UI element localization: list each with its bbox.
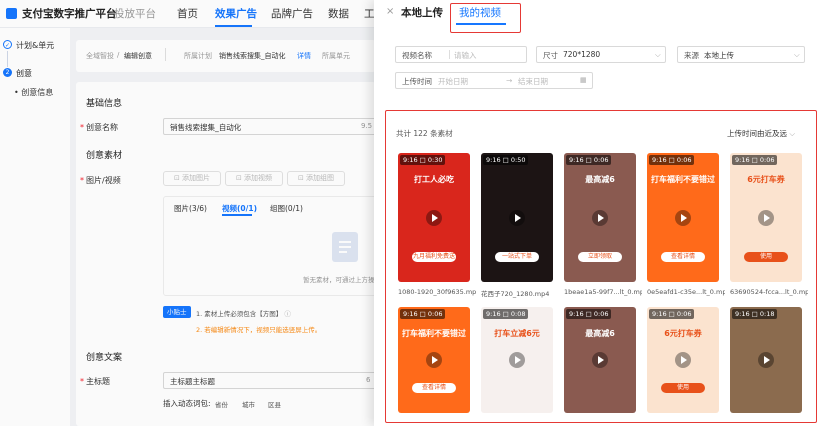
highlight-box-grid — [385, 110, 817, 423]
close-icon[interactable]: × — [386, 6, 394, 17]
calendar-icon: ▦ — [580, 76, 587, 84]
video-name-filter[interactable]: 视频名称 请输入 — [395, 46, 527, 63]
size-value: 720*1280 — [563, 50, 601, 59]
date-range-arrow: → — [506, 76, 513, 85]
source-value: 本地上传 — [704, 51, 734, 60]
tab-local-upload[interactable]: 本地上传 — [401, 5, 443, 20]
filter-divider — [449, 50, 450, 59]
source-label: 来源 — [684, 51, 699, 60]
highlight-box-tab — [450, 3, 521, 33]
upload-time-label: 上传时间 — [402, 77, 432, 86]
end-date-placeholder: 结束日期 — [518, 77, 548, 86]
upload-time-range[interactable]: 上传时间 开始日期 → 结束日期 ▦ — [395, 72, 593, 89]
modal-mask[interactable] — [0, 0, 374, 426]
video-name-placeholder: 请输入 — [454, 51, 477, 60]
start-date-placeholder: 开始日期 — [438, 77, 468, 86]
source-select[interactable]: 来源 本地上传 ⌵ — [677, 46, 805, 63]
chevron-down-icon: ⌵ — [794, 50, 800, 59]
chevron-down-icon: ⌵ — [655, 50, 661, 59]
video-name-label: 视频名称 — [402, 51, 432, 60]
size-select[interactable]: 尺寸 720*1280 ⌵ — [536, 46, 666, 63]
size-label: 尺寸 — [543, 51, 558, 60]
